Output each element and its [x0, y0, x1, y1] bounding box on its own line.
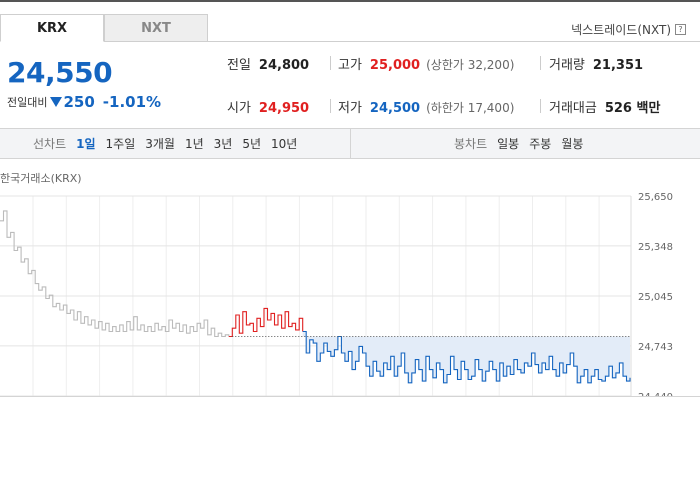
chart-bottom-border	[0, 396, 700, 397]
stat-label: 거래량	[549, 58, 585, 73]
stat-label: 전일	[227, 58, 251, 73]
chart-canvas: 25,65025,34825,04524,74324,440	[0, 192, 673, 403]
candle-daily[interactable]: 일봉	[497, 135, 519, 152]
line-chart-label: 선차트	[33, 137, 67, 151]
stat-high: 고가 25,000 (상한가 32,200)	[338, 54, 514, 73]
divider	[540, 56, 541, 70]
candle-monthly[interactable]: 월봉	[561, 135, 583, 152]
period-3m[interactable]: 3개월	[145, 135, 175, 152]
stat-value: 24,800	[258, 58, 310, 73]
divider	[330, 99, 331, 113]
stat-value: 24,500	[369, 101, 421, 116]
nxt-link-label: 넥스트레이드(NXT)	[571, 23, 671, 37]
tab-nxt[interactable]: NXT	[104, 14, 208, 42]
period-1d[interactable]: 1일	[76, 135, 95, 152]
stat-open: 시가 24,950	[227, 97, 309, 116]
y-tick-label: 25,348	[638, 242, 673, 253]
stat-low: 저가 24,500 (하한가 17,400)	[338, 97, 514, 116]
toolbar-divider	[350, 129, 351, 158]
divider	[330, 56, 331, 70]
candle-chart-label: 봉차트	[454, 137, 488, 151]
stat-value: 24,950	[258, 101, 310, 116]
stat-value: 21,351	[592, 58, 644, 73]
line-chart-periods: 선차트 1일 1주일 3개월 1년 3년 5년 10년	[33, 129, 307, 158]
period-5y[interactable]: 5년	[242, 135, 261, 152]
y-tick-label: 25,045	[638, 292, 673, 303]
price-line-pre	[0, 210, 230, 338]
tab-underline	[208, 41, 700, 42]
y-tick-label: 24,743	[638, 342, 673, 353]
period-1y[interactable]: 1년	[185, 135, 204, 152]
market-tabs: KRX NXT	[0, 14, 208, 42]
nxt-info-link[interactable]: 넥스트레이드(NXT) ?	[571, 21, 686, 38]
candle-chart-periods: 봉차트 일봉 주봉 월봉	[454, 129, 593, 158]
top-border	[0, 0, 700, 2]
stats-panel: 전일 24,800 고가 25,000 (상한가 32,200) 거래량 21,…	[0, 54, 700, 124]
period-1w[interactable]: 1주일	[106, 135, 136, 152]
lower-limit: (하한가 17,400)	[426, 101, 515, 115]
help-icon[interactable]: ?	[675, 24, 686, 35]
price-chart: 한국거래소(KRX) 25,65025,34825,04524,74324,44…	[0, 160, 700, 403]
stat-value: 526 백만	[604, 101, 661, 116]
tab-krx[interactable]: KRX	[0, 14, 104, 42]
stat-label: 고가	[338, 58, 362, 73]
stat-label: 저가	[338, 101, 362, 116]
candle-weekly[interactable]: 주봉	[529, 135, 551, 152]
stat-label: 거래대금	[549, 101, 597, 116]
chart-toolbar: 선차트 1일 1주일 3개월 1년 3년 5년 10년 봉차트 일봉 주봉 월봉	[0, 128, 700, 159]
y-tick-label: 25,650	[638, 192, 673, 203]
period-10y[interactable]: 10년	[271, 135, 297, 152]
chart-title: 한국거래소(KRX)	[0, 172, 82, 185]
stat-value: 25,000	[369, 58, 421, 73]
period-3y[interactable]: 3년	[214, 135, 233, 152]
stat-label: 시가	[227, 101, 251, 116]
upper-limit: (상한가 32,200)	[426, 58, 515, 72]
stat-prev-close: 전일 24,800	[227, 54, 309, 73]
divider	[540, 99, 541, 113]
stat-amount: 거래대금 526 백만	[549, 97, 660, 116]
stat-volume: 거래량 21,351	[549, 54, 643, 73]
